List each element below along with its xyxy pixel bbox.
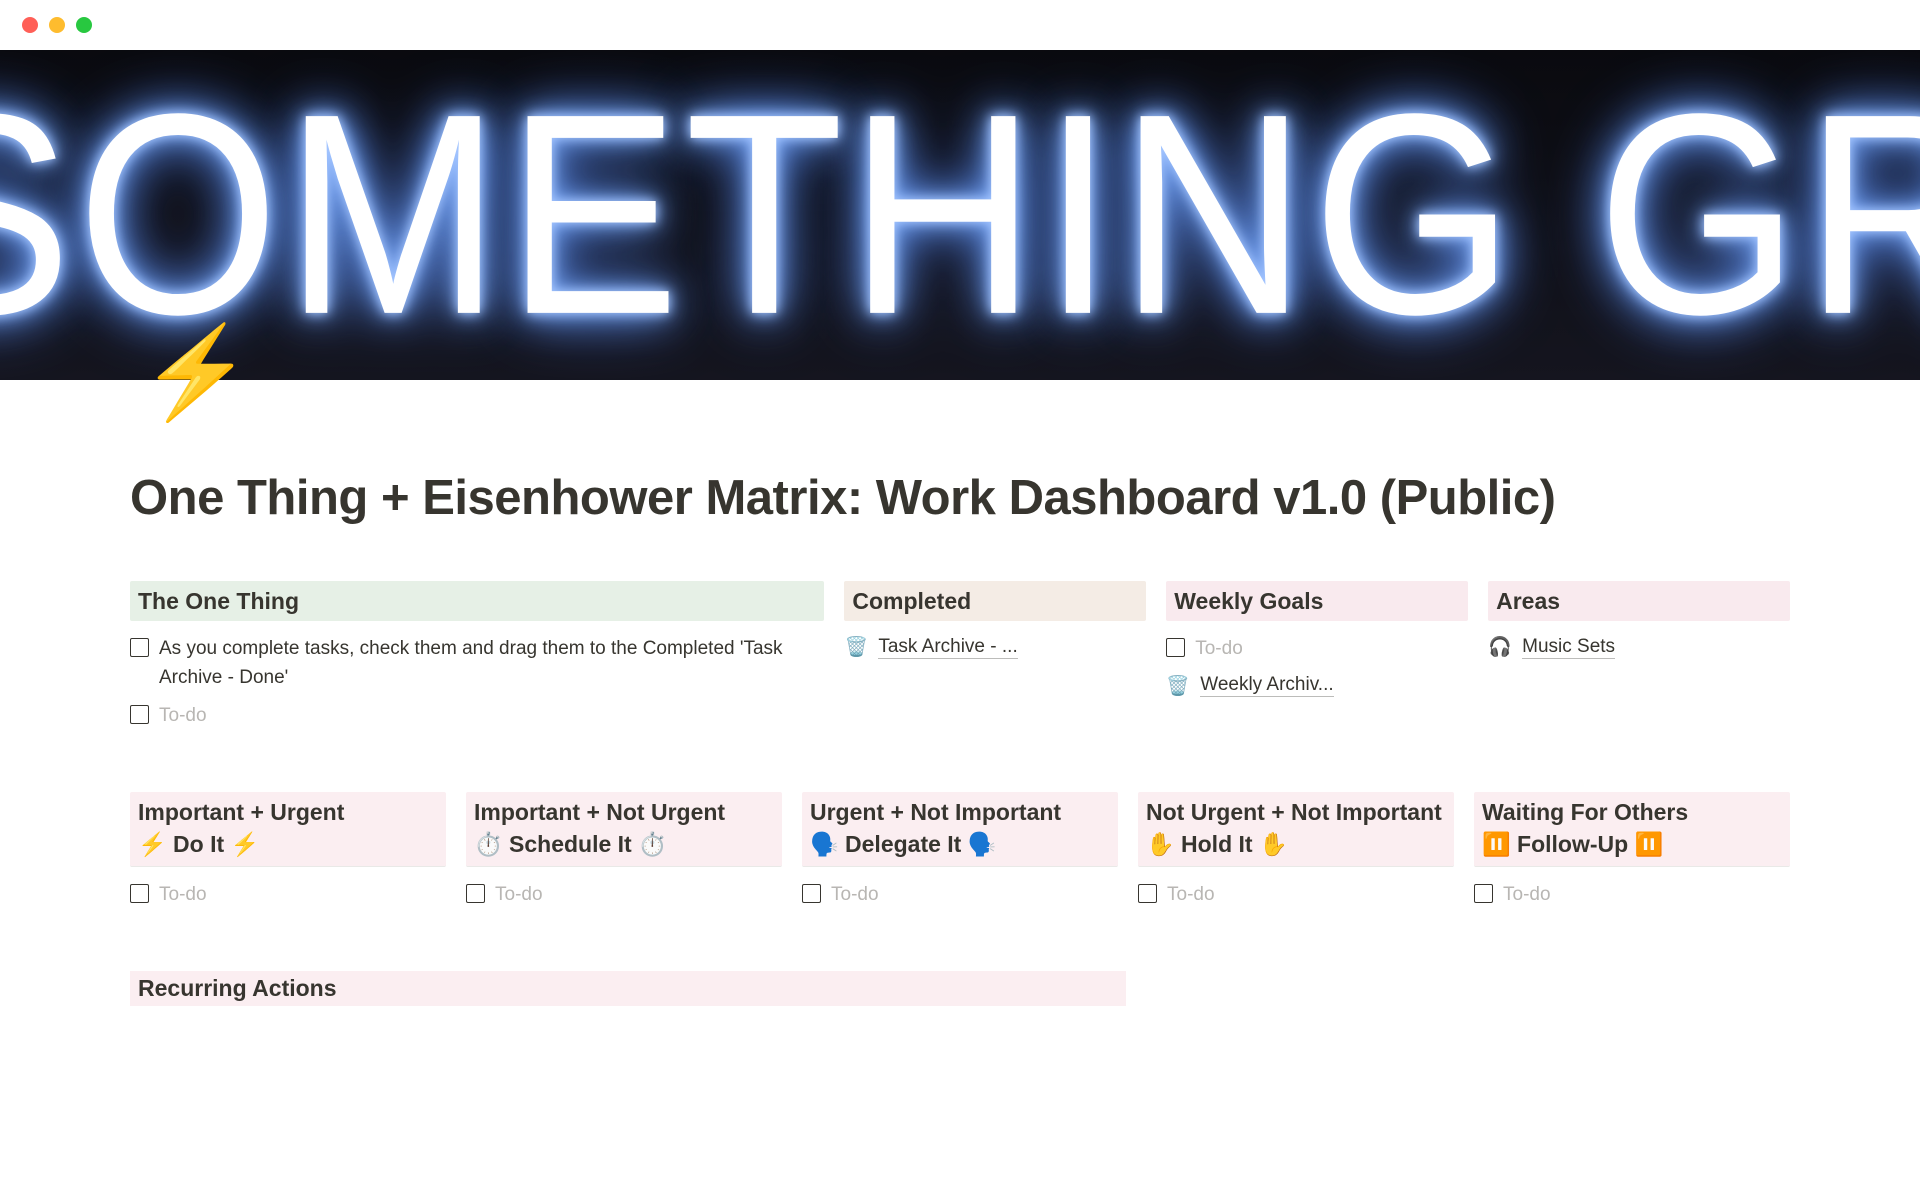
todo-item[interactable]: To-do — [130, 877, 446, 914]
one-thing-column: The One Thing As you complete tasks, che… — [130, 581, 824, 737]
page-icon[interactable]: ⚡ — [140, 320, 252, 425]
matrix-col-do-it: Important + Urgent ⚡ Do It ⚡ To-do — [130, 792, 446, 916]
matrix-col-hold-it: Not Urgent + Not Important ✋ Hold It ✋ T… — [1138, 792, 1454, 916]
checkbox[interactable] — [130, 884, 149, 903]
page-link[interactable]: 🎧 Music Sets — [1488, 631, 1790, 663]
recurring-heading[interactable]: Recurring Actions — [130, 971, 1126, 1006]
todo-item[interactable]: To-do — [466, 877, 782, 914]
close-window-button[interactable] — [22, 17, 38, 33]
matrix-col-delegate-it: Urgent + Not Important 🗣️ Delegate It 🗣️… — [802, 792, 1118, 916]
cover-neon-text: DO SOMETHING GREAT — [0, 72, 1920, 358]
checkbox[interactable] — [466, 884, 485, 903]
page-link[interactable]: 🗑️ Task Archive - ... — [844, 631, 1146, 663]
areas-heading[interactable]: Areas — [1488, 581, 1790, 621]
page-content: One Thing + Eisenhower Matrix: Work Dash… — [0, 380, 1920, 1006]
weekly-goals-heading[interactable]: Weekly Goals — [1166, 581, 1468, 621]
link-text[interactable]: Weekly Archiv... — [1200, 674, 1333, 697]
minimize-window-button[interactable] — [49, 17, 65, 33]
todo-placeholder[interactable]: To-do — [1167, 881, 1454, 910]
checkbox[interactable] — [802, 884, 821, 903]
completed-column: Completed 🗑️ Task Archive - ... — [844, 581, 1146, 737]
link-text[interactable]: Task Archive - ... — [878, 636, 1017, 659]
todo-placeholder[interactable]: To-do — [1195, 635, 1468, 664]
checkbox[interactable] — [1166, 638, 1185, 657]
page-link[interactable]: 🗑️ Weekly Archiv... — [1166, 670, 1468, 702]
recurring-section: Recurring Actions — [130, 971, 1790, 1006]
todo-placeholder[interactable]: To-do — [831, 881, 1118, 910]
todo-placeholder[interactable]: To-do — [159, 702, 824, 731]
areas-column: Areas 🎧 Music Sets — [1488, 581, 1790, 737]
page-title[interactable]: One Thing + Eisenhower Matrix: Work Dash… — [130, 470, 1790, 526]
page-cover[interactable]: DO SOMETHING GREAT — [0, 50, 1920, 380]
matrix-row: Important + Urgent ⚡ Do It ⚡ To-do Impor… — [130, 792, 1790, 916]
trash-icon: 🗑️ — [1166, 674, 1190, 698]
top-row: The One Thing As you complete tasks, che… — [130, 581, 1790, 737]
todo-item[interactable]: To-do — [1474, 877, 1790, 914]
matrix-heading[interactable]: Waiting For Others ⏸️ Follow-Up ⏸️ — [1474, 792, 1790, 867]
todo-text[interactable]: As you complete tasks, check them and dr… — [159, 635, 824, 692]
todo-item[interactable]: As you complete tasks, check them and dr… — [130, 631, 824, 696]
todo-placeholder[interactable]: To-do — [159, 881, 446, 910]
todo-item[interactable]: To-do — [1138, 877, 1454, 914]
matrix-heading[interactable]: Important + Not Urgent ⏱️ Schedule It ⏱️ — [466, 792, 782, 867]
checkbox[interactable] — [1138, 884, 1157, 903]
weekly-goals-column: Weekly Goals To-do 🗑️ Weekly Archiv... — [1166, 581, 1468, 737]
maximize-window-button[interactable] — [76, 17, 92, 33]
matrix-col-schedule-it: Important + Not Urgent ⏱️ Schedule It ⏱️… — [466, 792, 782, 916]
headphones-icon: 🎧 — [1488, 635, 1512, 659]
link-text[interactable]: Music Sets — [1522, 636, 1615, 659]
one-thing-heading[interactable]: The One Thing — [130, 581, 824, 621]
window-titlebar — [0, 0, 1920, 50]
matrix-heading[interactable]: Not Urgent + Not Important ✋ Hold It ✋ — [1138, 792, 1454, 867]
todo-placeholder[interactable]: To-do — [1503, 881, 1790, 910]
matrix-heading[interactable]: Important + Urgent ⚡ Do It ⚡ — [130, 792, 446, 867]
todo-item[interactable]: To-do — [1166, 631, 1468, 668]
checkbox[interactable] — [1474, 884, 1493, 903]
checkbox[interactable] — [130, 638, 149, 657]
checkbox[interactable] — [130, 705, 149, 724]
todo-placeholder[interactable]: To-do — [495, 881, 782, 910]
completed-heading[interactable]: Completed — [844, 581, 1146, 621]
todo-item[interactable]: To-do — [802, 877, 1118, 914]
todo-item[interactable]: To-do — [130, 698, 824, 735]
trash-icon: 🗑️ — [844, 635, 868, 659]
matrix-heading[interactable]: Urgent + Not Important 🗣️ Delegate It 🗣️ — [802, 792, 1118, 867]
matrix-col-follow-up: Waiting For Others ⏸️ Follow-Up ⏸️ To-do — [1474, 792, 1790, 916]
